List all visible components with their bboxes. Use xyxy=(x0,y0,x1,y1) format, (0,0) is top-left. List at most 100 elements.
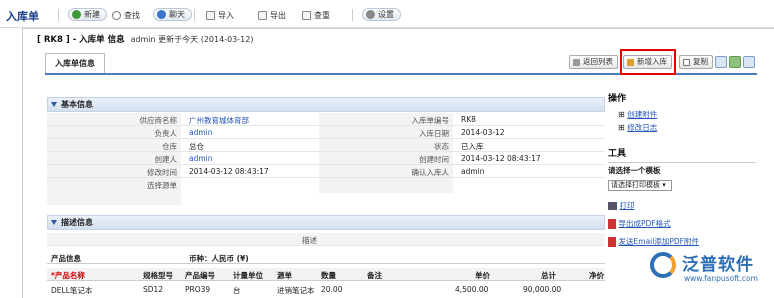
col-unit: 计量单位 xyxy=(233,271,263,280)
col-source: 源单 xyxy=(277,271,292,280)
export-icon xyxy=(258,10,267,20)
col-product-code: 产品编号 xyxy=(185,271,215,280)
desc-row: 描述 xyxy=(47,233,605,246)
top-toolbar: 入库单 新建 查找 聊天 导入 导出 查重 设置 xyxy=(0,0,774,28)
toolbar-divider xyxy=(194,9,195,21)
status-value: 已入库 xyxy=(461,142,484,151)
field-row: 修改时间 2014-03-12 08:43:17 确认入库人 admin xyxy=(47,165,605,178)
app-title: 入库单 xyxy=(6,10,39,23)
cell-product-code: PRO39 xyxy=(185,285,211,294)
wrench-icon xyxy=(366,10,375,19)
grid-icon[interactable] xyxy=(729,56,741,68)
product-info-label: 产品信息 xyxy=(51,254,81,263)
record-header: [ RK8 ] - 入库单 信息 admin 更新于今天 (2014-03-12… xyxy=(37,35,254,45)
operations-list: ⊞ 创建附件 ⊞ 修改日志 xyxy=(608,108,756,134)
pdf-email-icon xyxy=(608,236,616,247)
desc-info-header[interactable]: 描述信息 xyxy=(47,215,605,230)
highlight-box xyxy=(620,49,676,75)
field-row: 创建人 admin 创建时间 2014-03-12 08:43:17 xyxy=(47,152,605,165)
owner-value[interactable]: admin xyxy=(189,128,213,137)
field-row: 负责人 admin 入库日期 2014-03-12 xyxy=(47,126,605,139)
supplier-value[interactable]: 广州教育城体育部 xyxy=(189,115,249,126)
print-link[interactable]: 打印 xyxy=(620,201,635,210)
status-label: 状态 xyxy=(434,142,449,151)
logo-mark-icon xyxy=(650,252,676,278)
watermark-logo: 泛普软件 www.fanpusoft.com xyxy=(648,248,774,298)
next-arrow-icon[interactable] xyxy=(743,56,755,68)
template-select[interactable]: 请选择打印模板 ▾ xyxy=(608,180,672,191)
chat-button[interactable]: 聊天 xyxy=(153,8,192,21)
col-quantity: 数量 xyxy=(321,271,336,280)
inbound-date-value: 2014-03-12 xyxy=(461,128,505,137)
table-row[interactable]: DELL笔记本 SD12 PRO39 台 进销笔记本 20.00 4,500.0… xyxy=(47,283,605,296)
created-time-value: 2014-03-12 08:43:17 xyxy=(461,154,541,163)
cell-unit: 台 xyxy=(233,286,241,295)
col-unit-price: 单价 xyxy=(475,271,490,280)
create-attachment-link[interactable]: 创建附件 xyxy=(627,110,657,119)
copy-icon xyxy=(683,59,690,66)
created-time-label: 创建时间 xyxy=(419,155,449,164)
col-spec: 规格型号 xyxy=(143,271,173,280)
export-button[interactable]: 导出 xyxy=(258,8,286,22)
cell-product-name: DELL笔记本 xyxy=(51,286,93,295)
chat-icon xyxy=(157,10,166,19)
settings-button[interactable]: 设置 xyxy=(362,8,401,21)
cell-total: 90,000.00 xyxy=(523,285,562,294)
search-icon xyxy=(112,10,121,20)
basic-info-header[interactable]: 基本信息 xyxy=(47,97,605,112)
tab-inbound-info[interactable]: 入库单信息 xyxy=(45,53,105,73)
field-row: 选择源单 xyxy=(47,178,605,191)
supplier-label: 供应商名称 xyxy=(139,116,178,125)
tools-box: 请选择一个模板 请选择打印模板 ▾ 打印 导出成PDF格式 发送Email添加P… xyxy=(608,162,756,251)
desc-label: 描述 xyxy=(302,236,317,245)
inbound-no-label: 入库单编号 xyxy=(411,116,450,125)
logo-url: www.fanpusoft.com xyxy=(684,274,758,283)
back-icon xyxy=(573,59,580,66)
creator-label: 创建人 xyxy=(154,155,178,164)
warehouse-value: 总仓 xyxy=(189,142,204,151)
printer-icon xyxy=(608,201,617,210)
field-row: 供应商名称 广州教育城体育部 入库单编号 RK8 xyxy=(47,113,605,126)
cell-spec: SD12 xyxy=(143,285,164,294)
toolbar-divider xyxy=(352,9,353,21)
modified-time-label: 修改时间 xyxy=(147,168,177,177)
print-row: 打印 xyxy=(608,197,756,215)
import-button[interactable]: 导入 xyxy=(206,8,234,22)
plus-icon xyxy=(72,10,81,19)
product-table-header: *产品名称 规格型号 产品编号 计量单位 源单 数量 备注 单价 总计 净价 xyxy=(47,268,605,281)
prev-arrow-icon[interactable] xyxy=(715,56,727,68)
back-to-list-button[interactable]: 返回列表 xyxy=(569,55,618,69)
inbound-date-label: 入库日期 xyxy=(419,129,449,138)
tools-title: 工具 xyxy=(608,149,627,159)
col-total: 总计 xyxy=(541,271,556,280)
creator-value[interactable]: admin xyxy=(189,154,213,163)
owner-label: 负责人 xyxy=(154,129,178,138)
modified-time-value: 2014-03-12 08:43:17 xyxy=(189,167,269,176)
search-button[interactable]: 查找 xyxy=(112,8,140,22)
tools-list: 打印 导出成PDF格式 发送Email添加PDF附件 xyxy=(608,197,756,251)
currency-label: 币种：人民币 (¥) xyxy=(189,254,249,263)
change-log-link[interactable]: 修改日志 xyxy=(627,123,657,132)
col-remark: 备注 xyxy=(367,271,382,280)
ops-item: ⊞ 修改日志 xyxy=(618,123,658,132)
col-net-price: 净价 xyxy=(589,271,604,280)
toolbar-divider xyxy=(58,9,59,21)
source-doc-label: 选择源单 xyxy=(147,181,177,190)
export-pdf-link[interactable]: 导出成PDF格式 xyxy=(619,219,671,228)
product-info-row: 产品信息 币种：人民币 (¥) xyxy=(47,251,605,264)
pdf-icon xyxy=(608,218,616,229)
warehouse-label: 仓库 xyxy=(162,142,177,151)
confirmer-label: 确认入库人 xyxy=(411,168,450,177)
document-icon xyxy=(302,10,311,20)
template-label: 请选择一个模板 xyxy=(608,166,661,175)
cell-quantity: 20.00 xyxy=(321,285,343,294)
check-duplicate-button[interactable]: 查重 xyxy=(302,8,330,22)
pdf-row: 导出成PDF格式 xyxy=(608,215,756,233)
copy-button[interactable]: 复制 xyxy=(679,55,713,69)
email-pdf-link[interactable]: 发送Email添加PDF附件 xyxy=(619,237,699,246)
new-button[interactable]: 新建 xyxy=(68,8,107,21)
col-product-name: *产品名称 xyxy=(51,271,85,280)
operations-title: 操作 xyxy=(608,94,627,104)
cell-source: 进销笔记本 xyxy=(277,286,315,295)
side-panel: 操作 ⊞ 创建附件 ⊞ 修改日志 工具 请选择一个模板 请选择打印模板 ▾ 打印… xyxy=(608,91,756,251)
